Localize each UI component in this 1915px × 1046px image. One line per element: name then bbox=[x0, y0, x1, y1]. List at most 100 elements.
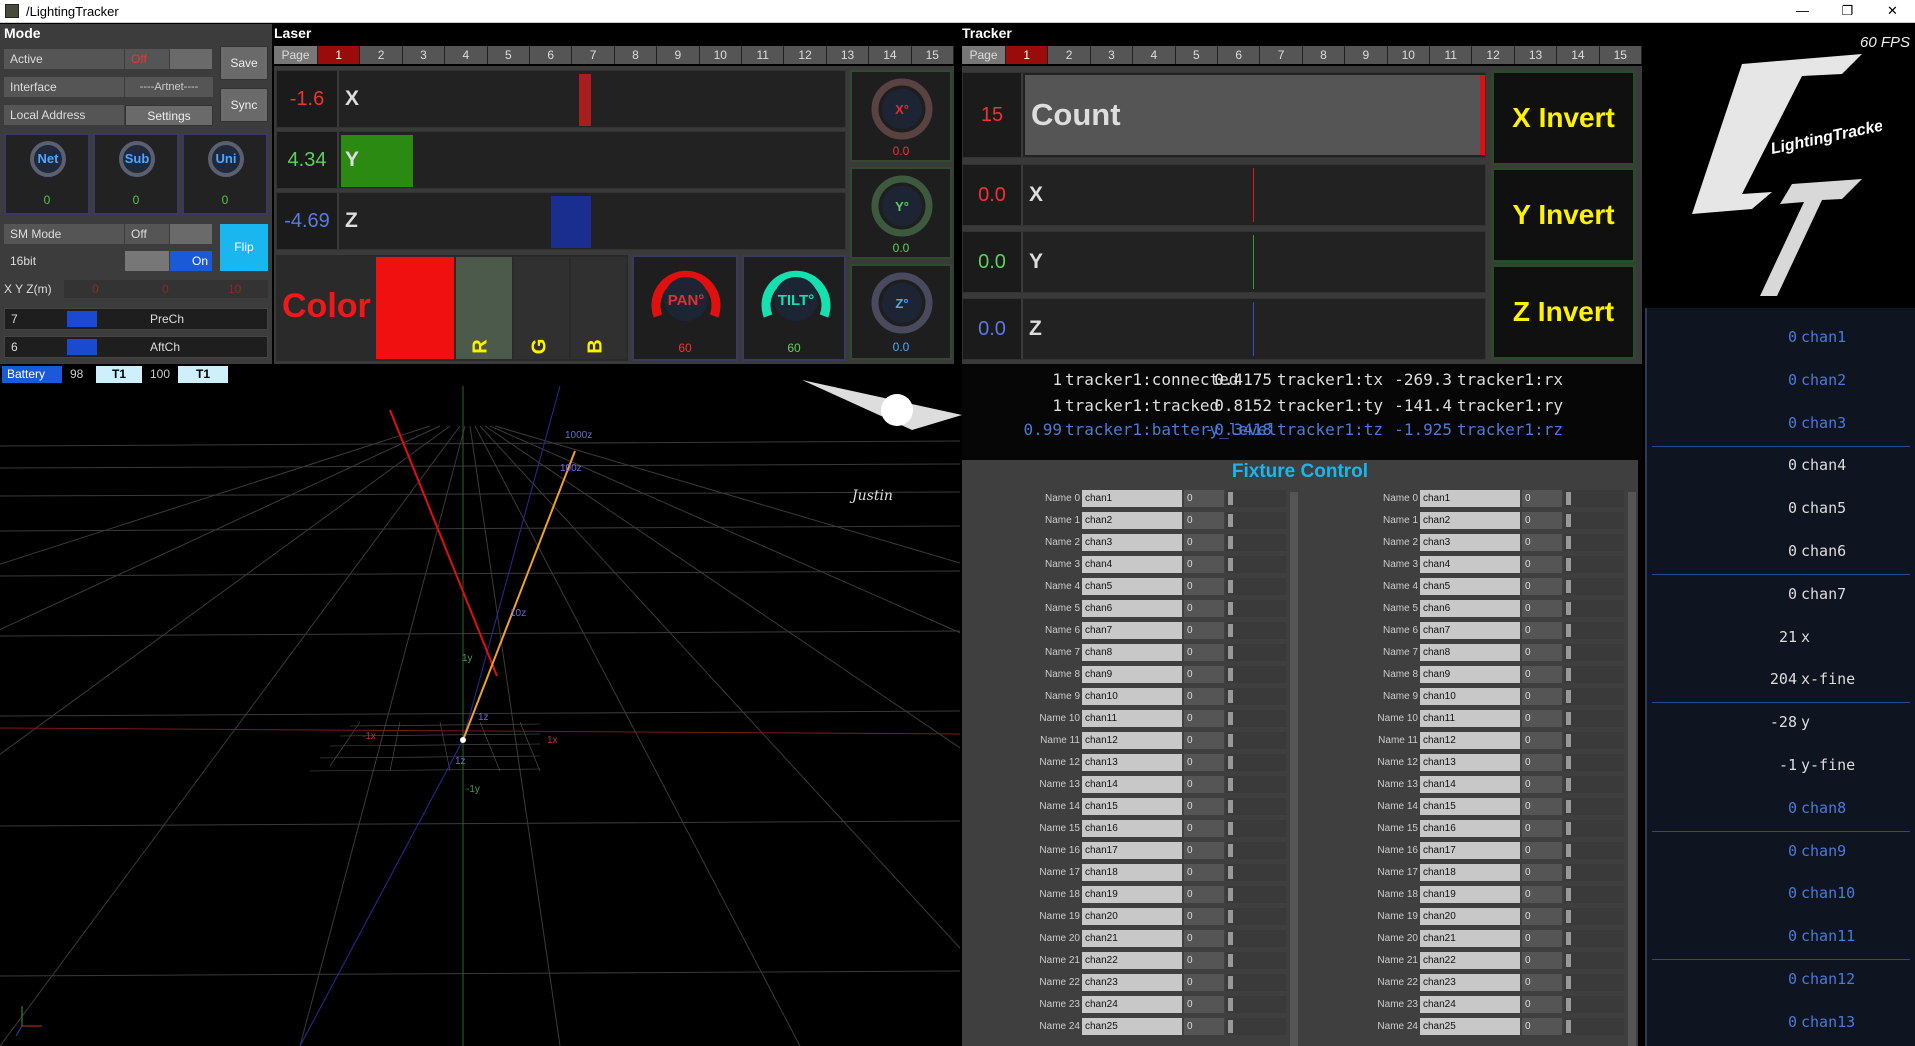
fixture-channel-field[interactable]: chan22 bbox=[1420, 952, 1520, 969]
fixture-slider[interactable] bbox=[1226, 710, 1286, 727]
fixture-value-field[interactable]: 0 bbox=[1522, 600, 1562, 617]
laser-page-tab-9[interactable]: 9 bbox=[657, 46, 700, 64]
fixture-channel-field[interactable]: chan9 bbox=[1420, 666, 1520, 683]
interface-select[interactable]: ----Artnet---- bbox=[125, 77, 213, 97]
fixture-value-field[interactable]: 0 bbox=[1522, 864, 1562, 881]
laser-page-tab-1[interactable]: 1 bbox=[318, 46, 361, 64]
fixture-value-field[interactable]: 0 bbox=[1184, 512, 1224, 529]
tracker-page-tab-9[interactable]: 9 bbox=[1345, 46, 1388, 64]
fixture-slider[interactable] bbox=[1564, 666, 1624, 683]
save-button[interactable]: Save bbox=[220, 46, 268, 80]
fixture-value-field[interactable]: 0 bbox=[1522, 974, 1562, 991]
prech-slider[interactable]: 7 PreCh bbox=[4, 308, 268, 330]
fixture-channel-field[interactable]: chan13 bbox=[1082, 754, 1182, 771]
fixture-channel-field[interactable]: chan12 bbox=[1420, 732, 1520, 749]
fixture-channel-field[interactable]: chan15 bbox=[1082, 798, 1182, 815]
fixture-slider[interactable] bbox=[1226, 996, 1286, 1013]
laser-page-tab-4[interactable]: 4 bbox=[445, 46, 488, 64]
z-invert-button[interactable]: Z Invert bbox=[1491, 264, 1636, 360]
fixture-slider[interactable] bbox=[1564, 710, 1624, 727]
fixture-slider[interactable] bbox=[1226, 512, 1286, 529]
fixture-channel-field[interactable]: chan5 bbox=[1082, 578, 1182, 595]
laser-page-tab-11[interactable]: 11 bbox=[742, 46, 785, 64]
tracker-z-handle[interactable] bbox=[1253, 302, 1254, 356]
laser-x-handle[interactable] bbox=[579, 74, 591, 126]
fixture-value-field[interactable]: 0 bbox=[1522, 556, 1562, 573]
x-invert-button[interactable]: X Invert bbox=[1491, 70, 1636, 166]
fixture-slider[interactable] bbox=[1226, 600, 1286, 617]
fixture-slider[interactable] bbox=[1226, 820, 1286, 837]
fixture-channel-field[interactable]: chan25 bbox=[1082, 1018, 1182, 1035]
fixture-channel-field[interactable]: chan6 bbox=[1420, 600, 1520, 617]
fixture-slider[interactable] bbox=[1564, 996, 1624, 1013]
fixture-slider[interactable] bbox=[1226, 754, 1286, 771]
fixture-slider[interactable] bbox=[1564, 974, 1624, 991]
fixture-channel-field[interactable]: chan2 bbox=[1420, 512, 1520, 529]
fixture-value-field[interactable]: 0 bbox=[1184, 930, 1224, 947]
rot-z-gauge[interactable]: Z° bbox=[869, 270, 935, 336]
fixture-slider[interactable] bbox=[1226, 908, 1286, 925]
tracker-page-tab-8[interactable]: 8 bbox=[1302, 46, 1346, 64]
fixture-value-field[interactable]: 0 bbox=[1184, 710, 1224, 727]
net-knob[interactable]: Net bbox=[30, 141, 66, 177]
fixture-value-field[interactable]: 0 bbox=[1522, 732, 1562, 749]
fixture-channel-field[interactable]: chan4 bbox=[1420, 556, 1520, 573]
laser-page-tab-2[interactable]: 2 bbox=[360, 46, 403, 64]
fixture-value-field[interactable]: 0 bbox=[1184, 490, 1224, 507]
fixture-scrollbar-2[interactable] bbox=[1628, 492, 1636, 1046]
count-slider[interactable]: 15 Count bbox=[962, 72, 1486, 158]
y-invert-button[interactable]: Y Invert bbox=[1491, 167, 1636, 263]
fixture-value-field[interactable]: 0 bbox=[1184, 798, 1224, 815]
fixture-slider[interactable] bbox=[1226, 732, 1286, 749]
fixture-value-field[interactable]: 0 bbox=[1522, 666, 1562, 683]
laser-y-slider[interactable]: 4.34 Y bbox=[276, 131, 846, 189]
fixture-slider[interactable] bbox=[1564, 864, 1624, 881]
fixture-slider[interactable] bbox=[1226, 666, 1286, 683]
fixture-value-field[interactable]: 0 bbox=[1522, 622, 1562, 639]
fixture-slider[interactable] bbox=[1226, 974, 1286, 991]
fixture-slider[interactable] bbox=[1226, 578, 1286, 595]
fixture-slider[interactable] bbox=[1564, 754, 1624, 771]
fixture-slider[interactable] bbox=[1226, 1018, 1286, 1035]
tracker-page-tab-11[interactable]: 11 bbox=[1430, 46, 1473, 64]
fixture-slider[interactable] bbox=[1564, 490, 1624, 507]
fixture-channel-field[interactable]: chan16 bbox=[1420, 820, 1520, 837]
fixture-slider[interactable] bbox=[1564, 688, 1624, 705]
fixture-slider[interactable] bbox=[1226, 864, 1286, 881]
laser-page-tab-6[interactable]: 6 bbox=[530, 46, 573, 64]
tracker-page-tab-10[interactable]: 10 bbox=[1387, 46, 1430, 64]
fixture-channel-field[interactable]: chan22 bbox=[1082, 952, 1182, 969]
fixture-slider[interactable] bbox=[1226, 952, 1286, 969]
fixture-channel-field[interactable]: chan20 bbox=[1420, 908, 1520, 925]
fixture-channel-field[interactable]: chan12 bbox=[1082, 732, 1182, 749]
fixture-value-field[interactable]: 0 bbox=[1184, 578, 1224, 595]
fixture-slider[interactable] bbox=[1564, 578, 1624, 595]
fixture-slider[interactable] bbox=[1564, 556, 1624, 573]
blue-channel-slider[interactable]: B bbox=[571, 257, 626, 359]
fixture-value-field[interactable]: 0 bbox=[1184, 600, 1224, 617]
fixture-channel-field[interactable]: chan1 bbox=[1082, 490, 1182, 507]
fixture-value-field[interactable]: 0 bbox=[1522, 908, 1562, 925]
16bit-value[interactable]: On bbox=[170, 251, 212, 271]
fixture-slider[interactable] bbox=[1564, 952, 1624, 969]
fixture-slider[interactable] bbox=[1226, 798, 1286, 815]
active-toggle[interactable] bbox=[170, 49, 212, 69]
close-button[interactable]: ✕ bbox=[1870, 0, 1915, 22]
laser-z-slider[interactable]: -4.69 Z bbox=[276, 192, 846, 250]
fixture-value-field[interactable]: 0 bbox=[1184, 688, 1224, 705]
fixture-channel-field[interactable]: chan10 bbox=[1082, 688, 1182, 705]
fixture-slider[interactable] bbox=[1564, 908, 1624, 925]
fixture-value-field[interactable]: 0 bbox=[1184, 974, 1224, 991]
aftch-slider[interactable]: 6 AftCh bbox=[4, 336, 268, 358]
fixture-channel-field[interactable]: chan9 bbox=[1082, 666, 1182, 683]
fixture-channel-field[interactable]: chan15 bbox=[1420, 798, 1520, 815]
fixture-channel-field[interactable]: chan19 bbox=[1420, 886, 1520, 903]
fixture-value-field[interactable]: 0 bbox=[1184, 952, 1224, 969]
fixture-channel-field[interactable]: chan25 bbox=[1420, 1018, 1520, 1035]
fixture-channel-field[interactable]: chan23 bbox=[1420, 974, 1520, 991]
fixture-slider[interactable] bbox=[1564, 534, 1624, 551]
sync-button[interactable]: Sync bbox=[220, 88, 268, 122]
fixture-value-field[interactable]: 0 bbox=[1184, 622, 1224, 639]
fixture-slider[interactable] bbox=[1226, 490, 1286, 507]
fixture-value-field[interactable]: 0 bbox=[1522, 644, 1562, 661]
